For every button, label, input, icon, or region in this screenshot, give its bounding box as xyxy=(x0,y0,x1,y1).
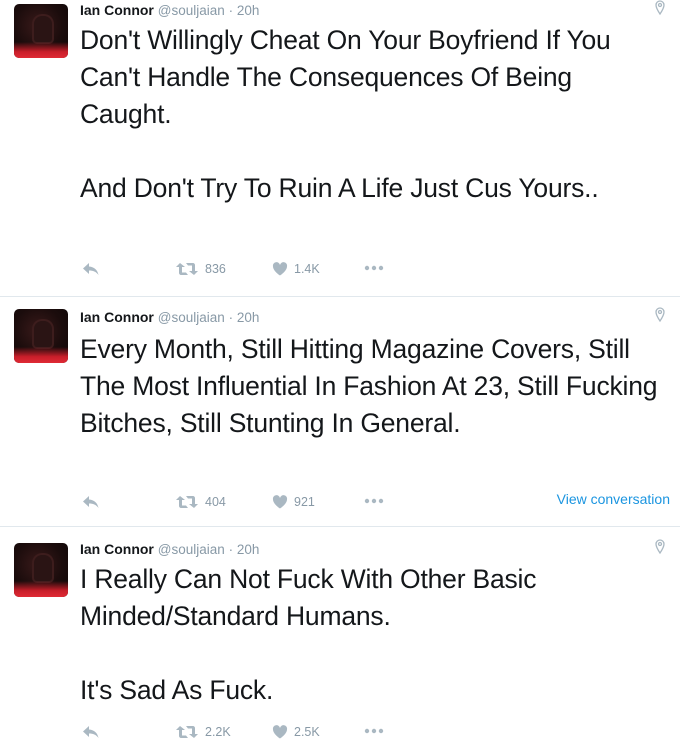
tweet-actions: 404 921 View conversation xyxy=(80,491,670,515)
like-button[interactable]: 2.5K xyxy=(272,725,320,739)
tweet-text: Every Month, Still Hitting Magazine Cove… xyxy=(80,331,660,442)
tweet-paragraph: I Really Can Not Fuck With Other Basic M… xyxy=(80,564,537,631)
more-button[interactable] xyxy=(364,728,384,734)
reply-icon xyxy=(83,263,99,275)
author-handle[interactable]: @souljaian xyxy=(158,3,225,18)
retweet-count: 836 xyxy=(205,262,226,276)
tweet-actions: 836 1.4K xyxy=(80,262,670,282)
tweet-paragraph: Every Month, Still Hitting Magazine Cove… xyxy=(80,334,658,438)
tweet-paragraph: And Don't Try To Ruin A Life Just Cus Yo… xyxy=(80,173,599,203)
avatar[interactable] xyxy=(14,4,68,58)
tweet-timestamp[interactable]: · 20h xyxy=(229,3,260,18)
retweet-icon xyxy=(176,726,198,738)
retweet-count: 404 xyxy=(205,495,226,509)
tweet-timestamp[interactable]: · 20h xyxy=(229,542,260,557)
like-button[interactable]: 1.4K xyxy=(272,262,320,276)
tweet-paragraph: Don't Willingly Cheat On Your Boyfriend … xyxy=(80,25,611,129)
more-icon xyxy=(364,265,384,271)
retweet-icon xyxy=(176,263,198,275)
author-name[interactable]: Ian Connor xyxy=(80,541,154,557)
more-button[interactable] xyxy=(364,498,384,504)
author-name[interactable]: Ian Connor xyxy=(80,2,154,18)
reply-button[interactable] xyxy=(82,262,100,276)
more-button[interactable] xyxy=(364,265,384,271)
reply-button[interactable] xyxy=(82,725,100,739)
tweet-header: Ian Connor @souljaian · 20h xyxy=(80,309,259,325)
tweet[interactable]: Ian Connor @souljaian · 20h I Really Can… xyxy=(0,526,680,747)
retweet-button[interactable]: 404 xyxy=(175,495,226,509)
author-handle[interactable]: @souljaian xyxy=(158,310,225,325)
tweet-timestamp[interactable]: · 20h xyxy=(229,310,260,325)
retweet-button[interactable]: 836 xyxy=(175,262,226,276)
tweet-header: Ian Connor @souljaian · 20h xyxy=(80,541,259,557)
tweet-text: Don't Willingly Cheat On Your Boyfriend … xyxy=(80,22,660,207)
author-name[interactable]: Ian Connor xyxy=(80,309,154,325)
location-pin-icon[interactable] xyxy=(654,539,666,555)
like-count: 1.4K xyxy=(294,262,320,276)
location-pin-icon[interactable] xyxy=(654,0,666,16)
tweet-text: I Really Can Not Fuck With Other Basic M… xyxy=(80,561,660,709)
like-button[interactable]: 921 xyxy=(272,495,315,509)
reply-icon xyxy=(83,496,99,508)
avatar[interactable] xyxy=(14,543,68,597)
author-handle[interactable]: @souljaian xyxy=(158,542,225,557)
tweet-header: Ian Connor @souljaian · 20h xyxy=(80,2,259,18)
tweet[interactable]: Ian Connor @souljaian · 20h Don't Willin… xyxy=(0,0,680,296)
heart-icon xyxy=(272,262,288,276)
location-pin-icon[interactable] xyxy=(654,307,666,323)
more-icon xyxy=(364,498,384,504)
heart-icon xyxy=(272,495,288,509)
retweet-button[interactable]: 2.2K xyxy=(175,725,231,739)
like-count: 2.5K xyxy=(294,725,320,739)
retweet-count: 2.2K xyxy=(205,725,231,739)
retweet-icon xyxy=(176,496,198,508)
tweet[interactable]: Ian Connor @souljaian · 20h Every Month,… xyxy=(0,296,680,526)
more-icon xyxy=(364,728,384,734)
reply-button[interactable] xyxy=(82,495,100,509)
tweet-actions: 2.2K 2.5K xyxy=(80,725,670,745)
like-count: 921 xyxy=(294,495,315,509)
view-conversation-link[interactable]: View conversation xyxy=(557,491,670,507)
heart-icon xyxy=(272,725,288,739)
reply-icon xyxy=(83,726,99,738)
tweet-paragraph: It's Sad As Fuck. xyxy=(80,675,274,705)
avatar[interactable] xyxy=(14,309,68,363)
